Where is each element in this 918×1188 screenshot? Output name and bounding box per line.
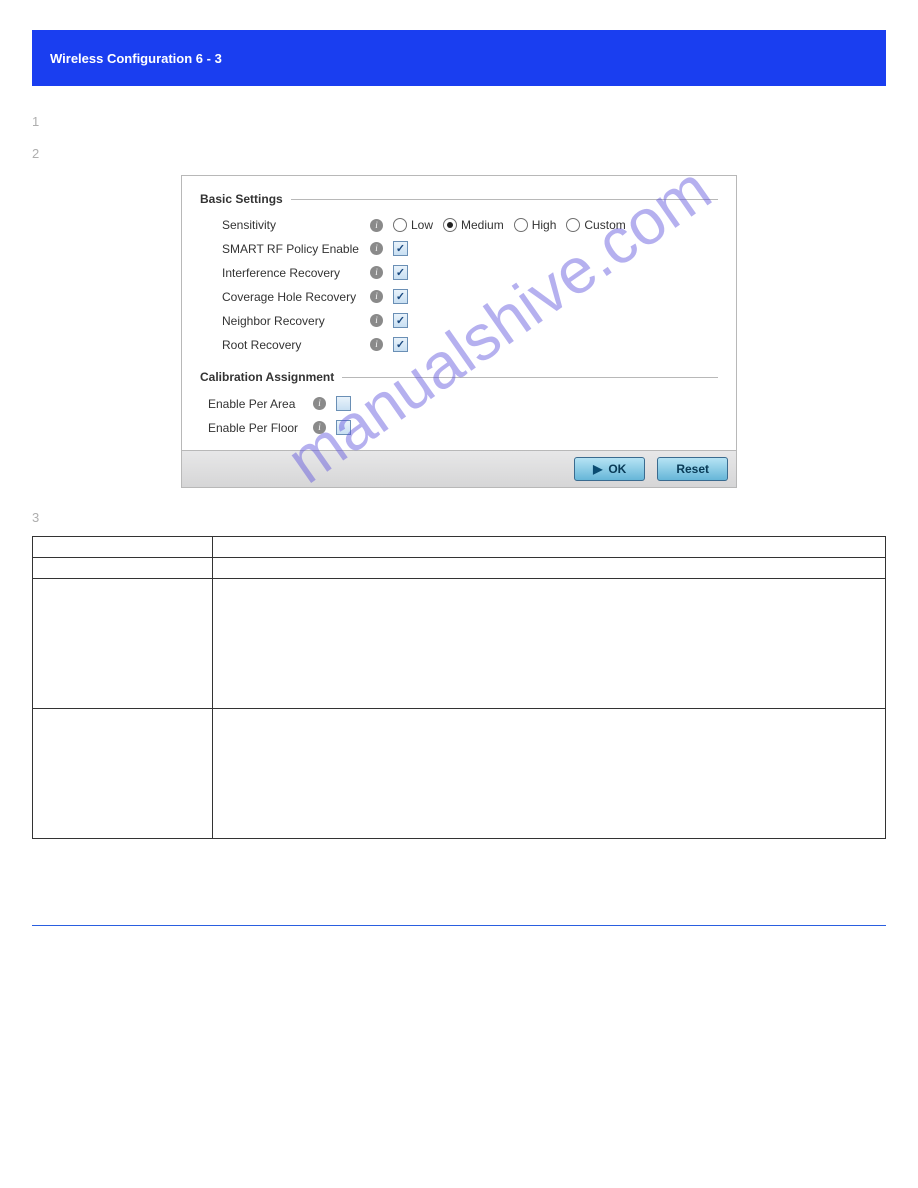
page-header: Wireless Configuration 6 - 3 <box>32 30 886 86</box>
step-item: 3 <box>32 508 886 528</box>
row-neighbor-recovery: Neighbor Recovery i <box>222 313 718 328</box>
header-left: Wireless Configuration 6 - 3 <box>50 51 222 66</box>
label-coverage: Coverage Hole Recovery <box>222 290 360 304</box>
step-item: 1 <box>32 112 886 132</box>
label-sensitivity: Sensitivity <box>222 218 360 232</box>
table-cell-key <box>33 578 213 708</box>
info-icon[interactable]: i <box>370 290 383 303</box>
info-icon[interactable]: i <box>370 242 383 255</box>
radio-label: Custom <box>584 218 625 232</box>
radio-icon <box>514 218 528 232</box>
footer-rule <box>32 925 886 926</box>
checkbox-neighbor[interactable] <box>393 313 408 328</box>
label-interference: Interference Recovery <box>222 266 360 280</box>
table-cell-value <box>213 578 886 708</box>
radio-label: Low <box>411 218 433 232</box>
info-icon[interactable]: i <box>370 266 383 279</box>
ok-button[interactable]: ▶ OK <box>574 457 645 481</box>
radio-label: Medium <box>461 218 504 232</box>
radio-custom[interactable]: Custom <box>566 218 625 232</box>
checkbox-smart-rf[interactable] <box>393 241 408 256</box>
divider <box>342 377 718 378</box>
step-number: 2 <box>32 144 44 164</box>
checkbox-per-floor[interactable] <box>336 420 351 435</box>
row-enable-per-area: Enable Per Area i <box>208 396 718 411</box>
divider <box>291 199 718 200</box>
label-smart-rf: SMART RF Policy Enable <box>222 242 360 256</box>
table-cell-key <box>33 557 213 578</box>
play-icon: ▶ <box>593 462 602 476</box>
label-per-floor: Enable Per Floor <box>208 421 303 435</box>
radio-high[interactable]: High <box>514 218 557 232</box>
radio-icon <box>443 218 457 232</box>
reset-button-label: Reset <box>676 462 709 476</box>
row-coverage-hole-recovery: Coverage Hole Recovery i <box>222 289 718 304</box>
row-root-recovery: Root Recovery i <box>222 337 718 352</box>
section-title-text: Calibration Assignment <box>200 370 334 384</box>
label-root: Root Recovery <box>222 338 360 352</box>
radio-label: High <box>532 218 557 232</box>
table-row <box>33 578 886 708</box>
checkbox-coverage[interactable] <box>393 289 408 304</box>
checkbox-root[interactable] <box>393 337 408 352</box>
info-icon[interactable]: i <box>370 219 383 232</box>
info-icon[interactable]: i <box>313 397 326 410</box>
info-icon[interactable]: i <box>370 338 383 351</box>
panel-footer: ▶ OK Reset <box>182 450 736 487</box>
radio-low[interactable]: Low <box>393 218 433 232</box>
section-basic-settings: Basic Settings <box>200 192 718 206</box>
row-enable-per-floor: Enable Per Floor i <box>208 420 718 435</box>
section-calibration-assignment: Calibration Assignment <box>200 370 718 384</box>
radio-icon <box>393 218 407 232</box>
table-row <box>33 557 886 578</box>
step-item: 2 <box>32 144 886 164</box>
row-smart-rf-enable: SMART RF Policy Enable i <box>222 241 718 256</box>
settings-table <box>32 536 886 839</box>
info-icon[interactable]: i <box>313 421 326 434</box>
label-per-area: Enable Per Area <box>208 397 303 411</box>
reset-button[interactable]: Reset <box>657 457 728 481</box>
settings-panel: Basic Settings Sensitivity i Low Medium <box>181 175 737 488</box>
table-row <box>33 708 886 838</box>
ok-button-label: OK <box>608 462 626 476</box>
table-cell-key <box>33 708 213 838</box>
checkbox-interference[interactable] <box>393 265 408 280</box>
table-row <box>33 536 886 557</box>
table-cell-key <box>33 536 213 557</box>
radio-medium[interactable]: Medium <box>443 218 504 232</box>
step-number: 1 <box>32 112 44 132</box>
info-icon[interactable]: i <box>370 314 383 327</box>
row-sensitivity: Sensitivity i Low Medium High <box>222 218 718 232</box>
table-cell-value <box>213 708 886 838</box>
settings-panel-wrap: Basic Settings Sensitivity i Low Medium <box>181 175 737 488</box>
radio-icon <box>566 218 580 232</box>
table-cell-value <box>213 536 886 557</box>
step-number: 3 <box>32 508 44 528</box>
checkbox-per-area[interactable] <box>336 396 351 411</box>
label-neighbor: Neighbor Recovery <box>222 314 360 328</box>
table-cell-value <box>213 557 886 578</box>
section-title-text: Basic Settings <box>200 192 283 206</box>
row-interference-recovery: Interference Recovery i <box>222 265 718 280</box>
